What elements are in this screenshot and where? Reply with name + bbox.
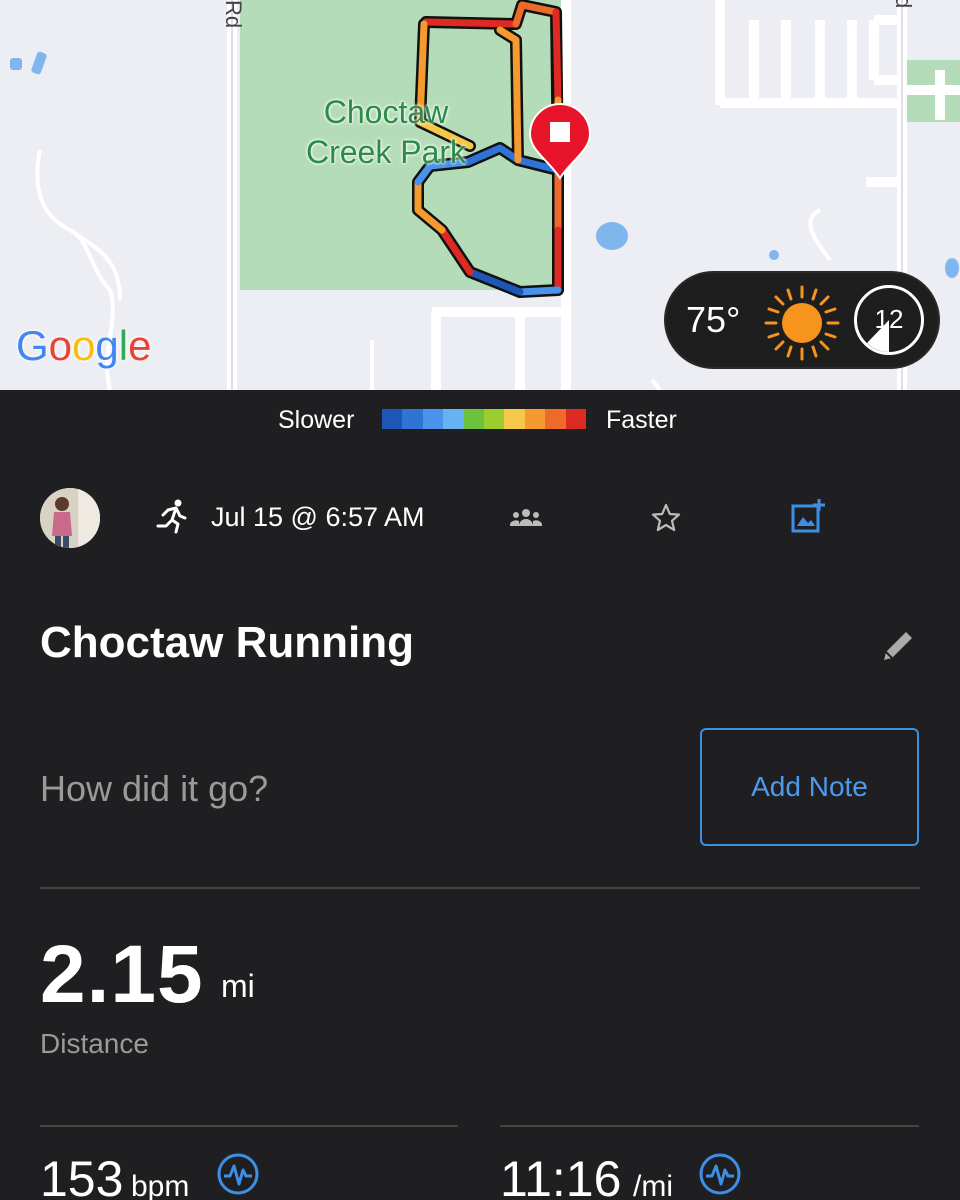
divider <box>40 887 920 889</box>
activity-title: Choctaw Running <box>40 618 414 667</box>
speed-swatch <box>382 409 403 429</box>
road-label-right: d <box>891 0 916 9</box>
distance-value: 2.15 <box>40 929 204 1020</box>
slower-label: Slower <box>278 406 355 434</box>
weather-badge: 75° 12 <box>664 271 940 369</box>
speed-swatch <box>504 409 525 429</box>
add-photo-icon[interactable] <box>790 498 826 534</box>
speed-gradient-bar <box>382 409 587 429</box>
add-note-button[interactable]: Add Note <box>700 728 919 846</box>
speed-swatch <box>443 409 464 429</box>
group-icon[interactable] <box>510 508 542 528</box>
avatar[interactable] <box>40 488 100 548</box>
speed-swatch <box>545 409 566 429</box>
heart-rate-value: 153 <box>40 1151 124 1200</box>
speed-swatch <box>463 409 485 429</box>
distance-unit: mi <box>221 968 255 1004</box>
speed-swatch <box>524 409 546 429</box>
park-name-label: Choctaw Creek Park <box>296 92 476 172</box>
heart-rate-chart-icon[interactable] <box>216 1152 260 1196</box>
route-map[interactable]: Choctaw Creek Park Rd d Google 75° 12 <box>0 0 960 390</box>
speed-swatch <box>402 409 423 429</box>
edit-pencil-icon[interactable] <box>880 628 916 664</box>
pace-unit: /mi <box>633 1170 673 1200</box>
sun-icon <box>764 285 840 361</box>
moon-phase-icon: 12 <box>854 285 924 355</box>
activity-screen: Choctaw Creek Park Rd d Google 75° 12 Sl… <box>0 0 960 1200</box>
speed-legend: Slower Faster <box>0 390 960 450</box>
road-label-left: Rd <box>221 0 246 29</box>
faster-label: Faster <box>606 406 677 434</box>
divider <box>40 1125 458 1127</box>
running-icon <box>156 499 187 534</box>
park-name-line2: Creek Park <box>305 134 467 170</box>
activity-date: Jul 15 @ 6:57 AM <box>211 502 425 532</box>
distance-label: Distance <box>40 1028 149 1059</box>
note-prompt: How did it go? <box>40 768 269 809</box>
temperature: 75° <box>686 299 741 340</box>
activity-meta-row: Jul 15 @ 6:57 AM <box>0 478 960 558</box>
pace-chart-icon[interactable] <box>698 1152 742 1196</box>
speed-swatch <box>422 409 444 429</box>
heart-rate-unit: bpm <box>131 1170 190 1200</box>
star-icon[interactable] <box>650 502 682 534</box>
google-logo: Google <box>16 322 152 369</box>
pace-value: 11:16 <box>500 1151 622 1200</box>
speed-swatch <box>484 409 505 429</box>
avatar-image <box>40 488 100 548</box>
divider <box>500 1125 919 1127</box>
speed-swatch <box>565 409 587 429</box>
park-name-line1: Choctaw <box>323 94 449 130</box>
